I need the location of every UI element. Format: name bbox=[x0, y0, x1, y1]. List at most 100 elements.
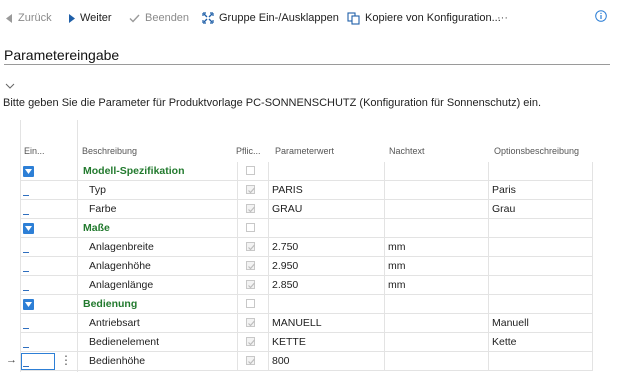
group-row[interactable]: Modell-Spezifikation bbox=[0, 162, 593, 181]
parameter-row[interactable]: Anlagenbreite 2.750 mm bbox=[0, 238, 593, 257]
description-cell[interactable]: Antriebsart bbox=[89, 317, 140, 329]
description-cell[interactable]: Anlagenlänge bbox=[89, 279, 153, 291]
column-header-include[interactable]: Ein... bbox=[24, 146, 45, 156]
cell-divider bbox=[268, 295, 269, 314]
page-title: Parametereingabe bbox=[4, 47, 120, 63]
include-value[interactable] bbox=[23, 252, 29, 253]
more-options-button[interactable]: ··· bbox=[497, 8, 508, 28]
current-row-arrow-icon: → bbox=[6, 354, 17, 366]
column-header-description[interactable]: Beschreibung bbox=[82, 146, 137, 156]
cell-divider bbox=[488, 295, 489, 314]
description-cell[interactable]: Anlagenhöhe bbox=[89, 260, 151, 272]
parameter-row[interactable]: → ⋮ Bedienhöhe 800 bbox=[0, 352, 593, 371]
title-divider bbox=[4, 64, 610, 65]
cell-divider bbox=[592, 238, 593, 257]
parameter-row[interactable]: Typ PARIS Paris bbox=[0, 181, 593, 200]
required-checkbox bbox=[246, 204, 255, 213]
cell-divider bbox=[384, 219, 385, 238]
next-arrow-icon bbox=[69, 13, 75, 23]
parameter-value-cell[interactable]: MANUELL bbox=[272, 317, 322, 329]
description-cell: Maße bbox=[83, 222, 110, 234]
parameter-row[interactable]: Antriebsart MANUELL Manuell bbox=[0, 314, 593, 333]
cell-divider bbox=[384, 238, 385, 257]
cell-divider bbox=[268, 314, 269, 333]
toggle-group-button[interactable]: Gruppe Ein-/Ausklappen bbox=[202, 8, 339, 28]
cell-divider bbox=[268, 200, 269, 219]
collapse-chevron-icon[interactable] bbox=[5, 80, 15, 92]
parameter-row[interactable]: Anlagenhöhe 2.950 mm bbox=[0, 257, 593, 276]
cell-divider bbox=[488, 276, 489, 295]
checkmark-icon bbox=[129, 14, 140, 23]
parameter-row[interactable]: Bedienelement KETTE Kette bbox=[0, 333, 593, 352]
include-value[interactable] bbox=[23, 347, 29, 348]
description-cell[interactable]: Farbe bbox=[89, 203, 116, 215]
description-cell[interactable]: Bedienhöhe bbox=[89, 355, 145, 367]
info-icon[interactable] bbox=[595, 10, 607, 25]
option-description-cell: Manuell bbox=[492, 317, 529, 329]
back-button[interactable]: Zurück bbox=[6, 8, 52, 28]
description-cell[interactable]: Typ bbox=[89, 184, 106, 196]
required-checkbox bbox=[246, 299, 255, 308]
parameter-value-cell[interactable]: 2.950 bbox=[272, 260, 298, 272]
cell-divider bbox=[384, 276, 385, 295]
parameter-row[interactable]: Farbe GRAU Grau bbox=[0, 200, 593, 219]
suffix-cell: mm bbox=[388, 260, 406, 272]
cell-divider bbox=[592, 314, 593, 333]
include-value bbox=[23, 366, 29, 367]
group-row[interactable]: Maße bbox=[0, 219, 593, 238]
cell-divider bbox=[237, 181, 238, 200]
parameter-value-cell[interactable]: KETTE bbox=[272, 336, 306, 348]
cell-divider bbox=[384, 200, 385, 219]
next-label: Weiter bbox=[80, 12, 112, 24]
cell-divider bbox=[268, 219, 269, 238]
cell-divider bbox=[268, 238, 269, 257]
cell-divider bbox=[592, 276, 593, 295]
cell-divider bbox=[268, 257, 269, 276]
parameter-row[interactable]: Anlagenlänge 2.850 mm bbox=[0, 276, 593, 295]
description-cell[interactable]: Bedienelement bbox=[89, 336, 159, 348]
cell-divider bbox=[384, 352, 385, 371]
cell-divider bbox=[237, 276, 238, 295]
group-row[interactable]: Bedienung bbox=[0, 295, 593, 314]
required-checkbox bbox=[246, 261, 255, 270]
parameter-value-cell[interactable]: GRAU bbox=[272, 203, 302, 215]
cell-divider bbox=[488, 238, 489, 257]
include-value[interactable] bbox=[23, 195, 29, 196]
cell-divider bbox=[488, 219, 489, 238]
parameter-value-cell[interactable]: 800 bbox=[272, 355, 290, 367]
parameter-value-cell[interactable]: 2.750 bbox=[272, 241, 298, 253]
cell-divider bbox=[384, 295, 385, 314]
include-value[interactable] bbox=[23, 214, 29, 215]
cell-divider bbox=[592, 257, 593, 276]
include-value[interactable] bbox=[23, 290, 29, 291]
include-value[interactable] bbox=[23, 328, 29, 329]
column-header-required[interactable]: Pflic... bbox=[236, 146, 261, 156]
group-collapse-icon[interactable] bbox=[23, 166, 34, 177]
next-button[interactable]: Weiter bbox=[68, 8, 112, 28]
cell-divider bbox=[237, 352, 238, 371]
cell-divider bbox=[268, 333, 269, 352]
cell-divider bbox=[592, 352, 593, 371]
include-value[interactable] bbox=[23, 271, 29, 272]
column-header-parameter-value[interactable]: Parameterwert bbox=[275, 146, 334, 156]
description-cell[interactable]: Anlagenbreite bbox=[89, 241, 154, 253]
group-collapse-icon[interactable] bbox=[23, 223, 34, 234]
include-input[interactable] bbox=[21, 353, 55, 370]
row-actions-icon[interactable]: ⋮ bbox=[60, 353, 72, 367]
cell-divider bbox=[592, 295, 593, 314]
copy-config-button[interactable]: Kopiere von Konfiguration... bbox=[347, 8, 501, 28]
cell-divider bbox=[237, 333, 238, 352]
group-collapse-icon[interactable] bbox=[23, 299, 34, 310]
cell-divider bbox=[268, 181, 269, 200]
cell-divider bbox=[237, 295, 238, 314]
column-header-option-description[interactable]: Optionsbeschreibung bbox=[494, 146, 579, 156]
parameter-value-cell[interactable]: PARIS bbox=[272, 184, 303, 196]
cell-divider bbox=[384, 181, 385, 200]
cell-divider bbox=[592, 200, 593, 219]
cell-divider bbox=[592, 162, 593, 181]
parameter-value-cell[interactable]: 2.850 bbox=[272, 279, 298, 291]
finish-button[interactable]: Beenden bbox=[129, 8, 189, 28]
cell-divider bbox=[237, 219, 238, 238]
row-divider bbox=[20, 370, 592, 371]
column-header-suffix[interactable]: Nachtext bbox=[389, 146, 425, 156]
